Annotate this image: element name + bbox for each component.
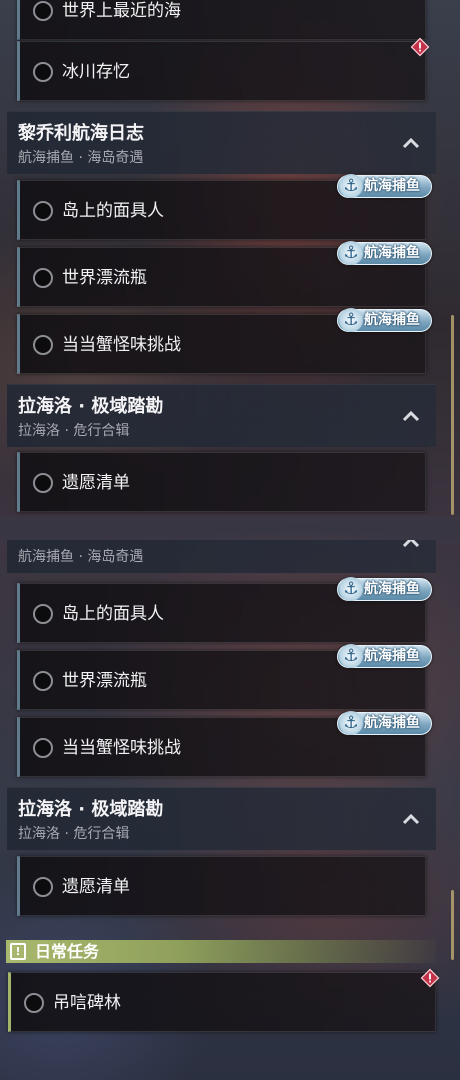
quest-type-badge-label: 航海捕鱼 bbox=[364, 178, 420, 194]
quest-label: 世界漂流瓶 bbox=[62, 671, 147, 691]
quest-label: 遗愿清单 bbox=[62, 473, 130, 493]
quest-radio[interactable] bbox=[33, 62, 53, 82]
quest-type-badge: ⚓ 航海捕鱼 bbox=[337, 241, 432, 265]
quest-label: 冰川存忆 bbox=[62, 62, 130, 82]
anchor-icon: ⚓ bbox=[339, 241, 363, 265]
quest-item[interactable]: 岛上的面具人 ⚓ 航海捕鱼 bbox=[17, 174, 432, 240]
quest-group-title: 拉海洛 · 极域踏勘 bbox=[18, 396, 164, 417]
quest-group-subtitle: 拉海洛 · 危行合辑 bbox=[18, 826, 130, 842]
scrollbar-thumb[interactable] bbox=[451, 315, 454, 515]
quest-label: 世界漂流瓶 bbox=[62, 268, 147, 288]
quest-radio[interactable] bbox=[33, 1, 53, 21]
scrollbar-thumb[interactable] bbox=[451, 890, 454, 960]
exclamation-icon: ! bbox=[10, 943, 26, 960]
anchor-icon: ⚓ bbox=[339, 174, 363, 198]
quest-label: 遗愿清单 bbox=[62, 877, 130, 897]
quest-label: 吊唁碑林 bbox=[53, 993, 121, 1013]
quest-radio[interactable] bbox=[33, 335, 53, 355]
quest-group-subtitle: 拉海洛 · 危行合辑 bbox=[18, 423, 130, 439]
quest-label: 岛上的面具人 bbox=[62, 604, 164, 624]
chevron-up-icon[interactable] bbox=[402, 410, 420, 422]
daily-quest-item[interactable]: 吊唁碑林 bbox=[8, 968, 440, 1032]
quest-radio[interactable] bbox=[33, 201, 53, 221]
quest-type-badge: ⚓ 航海捕鱼 bbox=[337, 711, 432, 735]
quest-type-badge: ⚓ 航海捕鱼 bbox=[337, 174, 432, 198]
anchor-icon: ⚓ bbox=[339, 308, 363, 332]
anchor-icon: ⚓ bbox=[339, 577, 363, 601]
daily-quest-header-label: 日常任务 bbox=[35, 942, 100, 961]
quest-type-badge-label: 航海捕鱼 bbox=[364, 648, 420, 664]
quest-item[interactable]: 当当蟹怪味挑战 ⚓ 航海捕鱼 bbox=[17, 308, 432, 374]
quest-list-top[interactable]: 世界上最近的海 冰川存忆 黎乔利航海日志 航海捕鱼 · 海岛奇遇 岛上的面具人 … bbox=[0, 0, 460, 520]
quest-item[interactable]: 当当蟹怪味挑战 ⚓ 航海捕鱼 bbox=[17, 711, 432, 777]
quest-label: 岛上的面具人 bbox=[62, 201, 164, 221]
quest-label: 世界上最近的海 bbox=[62, 1, 181, 21]
quest-radio[interactable] bbox=[33, 604, 53, 624]
quest-type-badge: ⚓ 航海捕鱼 bbox=[337, 577, 432, 601]
daily-quest-header[interactable]: ! 日常任务 bbox=[6, 940, 436, 963]
quest-item[interactable]: 岛上的面具人 ⚓ 航海捕鱼 bbox=[17, 577, 432, 643]
quest-group-header[interactable]: 航海捕鱼 · 海岛奇遇 bbox=[7, 540, 436, 573]
chevron-up-icon[interactable] bbox=[402, 540, 420, 548]
quest-type-badge-label: 航海捕鱼 bbox=[364, 581, 420, 597]
quest-group-header[interactable]: 拉海洛 · 极域踏勘 拉海洛 · 危行合辑 bbox=[7, 384, 436, 447]
quest-group-subtitle: 航海捕鱼 · 海岛奇遇 bbox=[18, 150, 144, 166]
chevron-up-icon[interactable] bbox=[402, 137, 420, 149]
anchor-icon: ⚓ bbox=[339, 711, 363, 735]
quest-item[interactable]: 世界漂流瓶 ⚓ 航海捕鱼 bbox=[17, 644, 432, 710]
quest-item[interactable]: 世界漂流瓶 ⚓ 航海捕鱼 bbox=[17, 241, 432, 307]
quest-group-title: 黎乔利航海日志 bbox=[18, 123, 144, 144]
quest-label: 当当蟹怪味挑战 bbox=[62, 738, 181, 758]
quest-radio[interactable] bbox=[33, 671, 53, 691]
quest-group-subtitle: 航海捕鱼 · 海岛奇遇 bbox=[18, 549, 144, 565]
quest-type-badge-label: 航海捕鱼 bbox=[364, 245, 420, 261]
quest-item[interactable]: 冰川存忆 bbox=[17, 37, 430, 101]
quest-radio[interactable] bbox=[33, 473, 53, 493]
quest-type-badge: ⚓ 航海捕鱼 bbox=[337, 644, 432, 668]
quest-type-badge: ⚓ 航海捕鱼 bbox=[337, 308, 432, 332]
quest-group-title: 拉海洛 · 极域踏勘 bbox=[18, 799, 164, 820]
quest-radio[interactable] bbox=[33, 877, 53, 897]
quest-group-header[interactable]: 拉海洛 · 极域踏勘 拉海洛 · 危行合辑 bbox=[7, 787, 436, 850]
chevron-up-icon[interactable] bbox=[402, 813, 420, 825]
quest-item[interactable]: 遗愿清单 bbox=[17, 856, 426, 916]
quest-label: 当当蟹怪味挑战 bbox=[62, 335, 181, 355]
quest-radio[interactable] bbox=[33, 738, 53, 758]
quest-group-header[interactable]: 黎乔利航海日志 航海捕鱼 · 海岛奇遇 bbox=[7, 111, 436, 174]
quest-radio[interactable] bbox=[33, 268, 53, 288]
quest-item[interactable]: 遗愿清单 bbox=[17, 452, 426, 512]
quest-type-badge-label: 航海捕鱼 bbox=[364, 312, 420, 328]
quest-type-badge-label: 航海捕鱼 bbox=[364, 715, 420, 731]
alert-diamond-icon bbox=[410, 37, 430, 57]
alert-diamond-icon bbox=[420, 968, 440, 988]
quest-radio[interactable] bbox=[24, 993, 44, 1013]
quest-item[interactable]: 世界上最近的海 bbox=[17, 0, 426, 40]
anchor-icon: ⚓ bbox=[339, 644, 363, 668]
quest-list-bottom[interactable]: 航海捕鱼 · 海岛奇遇 岛上的面具人 ⚓ 航海捕鱼 世界漂流瓶 ⚓ 航海捕鱼 当… bbox=[0, 540, 460, 1080]
